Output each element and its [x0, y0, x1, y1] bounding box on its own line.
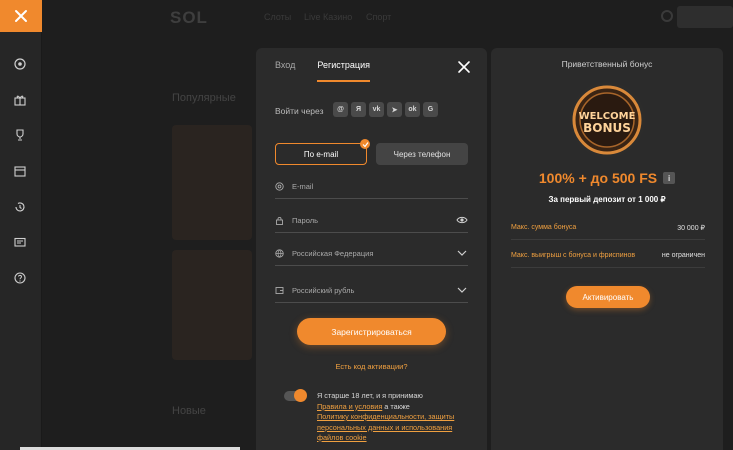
country-value: Российская Федерация: [292, 249, 374, 258]
bonus-detail-key: Макс. выигрыш с бонуса и фриспинов: [511, 252, 636, 259]
currency-select[interactable]: Российский рубль: [275, 283, 468, 303]
chat-icon[interactable]: [12, 235, 28, 251]
eye-icon[interactable]: [456, 215, 468, 225]
chevron-down-icon: [457, 250, 467, 256]
bonus-detail-key: Макс. сумма бонуса: [511, 224, 577, 231]
bonus-detail-value: не ограничен: [661, 252, 705, 259]
bonus-detail-value: 30 000 ₽: [677, 225, 705, 232]
bonus-detail-row: Макс. сумма бонуса 30 000 ₽: [511, 220, 705, 240]
popular-section-title: Популярные: [172, 92, 236, 104]
bonus-subtitle: За первый депозит от 1 000 ₽: [548, 195, 666, 204]
calendar-icon[interactable]: [12, 163, 28, 179]
header-button: [677, 6, 733, 28]
at-icon: [275, 182, 284, 191]
social-login-buttons: @ Я vk ➤ ok G: [333, 102, 438, 117]
search-icon: [661, 10, 673, 22]
bonus-amount-row: 100% + до 500 FS i: [491, 170, 723, 186]
toggle-knob: [294, 389, 307, 402]
history-icon[interactable]: [12, 199, 28, 215]
help-icon[interactable]: [12, 270, 28, 286]
email-placeholder: E-mail: [292, 182, 314, 191]
social-login-label: Войти через: [275, 106, 324, 116]
info-icon[interactable]: i: [663, 172, 676, 184]
check-icon: [360, 139, 370, 149]
method-phone-label: Через телефон: [393, 149, 451, 159]
password-placeholder: Пароль: [292, 216, 319, 225]
activate-bonus-button[interactable]: Активировать: [566, 286, 650, 308]
gift-icon[interactable]: [12, 92, 28, 108]
odnoklassniki-icon[interactable]: ok: [405, 102, 420, 117]
site-logo: SOL: [170, 8, 208, 27]
tab-login[interactable]: Вход: [275, 60, 295, 82]
currency-value: Российский рубль: [292, 286, 355, 295]
terms-link[interactable]: Правила и условия: [317, 402, 382, 411]
auth-tabs: Вход Регистрация: [275, 60, 370, 82]
register-by-phone-button[interactable]: Через телефон: [376, 143, 468, 165]
age-terms-toggle[interactable]: [284, 389, 307, 402]
auth-modal: Вход Регистрация Войти через @ Я vk ➤ ok…: [256, 48, 487, 450]
welcome-bonus-panel: Приветственный бонус WELCOME BONUS 100% …: [491, 48, 723, 450]
trophy-icon[interactable]: [12, 127, 28, 143]
privacy-policy-link[interactable]: Политику конфиденциальности, защиты перс…: [317, 412, 454, 442]
new-section-title: Новые: [172, 405, 206, 417]
close-icon: [458, 61, 470, 73]
chevron-down-icon: [457, 287, 467, 293]
nav-live-casino: Live Казино: [304, 12, 353, 22]
register-by-email-button[interactable]: По e-mail: [275, 139, 370, 165]
google-icon[interactable]: G: [423, 102, 438, 117]
game-card: [172, 125, 252, 240]
activation-code-link[interactable]: Есть код активации?: [256, 362, 487, 371]
welcome-bonus-badge: WELCOME BONUS: [567, 80, 647, 160]
register-button[interactable]: Зарегистрироваться: [297, 318, 446, 345]
terms-text-1: Я старше 18 лет, и я принимаю: [317, 391, 423, 400]
email-field[interactable]: E-mail: [275, 179, 468, 199]
yandex-icon[interactable]: Я: [351, 102, 366, 117]
bonus-title: Приветственный бонус: [561, 59, 653, 69]
close-icon: [15, 10, 27, 22]
badge-line-2: BONUS: [583, 121, 631, 135]
terms-text: Я старше 18 лет, и я принимаю Правила и …: [317, 391, 467, 444]
wallet-icon: [275, 287, 284, 294]
nav-slots: Слоты: [264, 12, 292, 22]
game-card: [172, 250, 252, 360]
country-select[interactable]: Российская Федерация: [275, 246, 468, 266]
terms-text-2: а также: [382, 401, 410, 411]
method-email-label: По e-mail: [303, 149, 339, 159]
close-modal-button[interactable]: [457, 60, 471, 74]
bonus-amount: 100% + до 500 FS: [538, 170, 658, 186]
sidebar: [0, 0, 42, 450]
soccer-ball-icon[interactable]: [12, 56, 28, 72]
globe-icon: [275, 249, 284, 258]
vk-icon[interactable]: vk: [369, 102, 384, 117]
password-field[interactable]: Пароль: [275, 213, 468, 233]
bonus-detail-row: Макс. выигрыш с бонуса и фриспинов не ог…: [511, 248, 705, 268]
telegram-icon[interactable]: ➤: [387, 102, 402, 117]
nav-sport: Спорт: [366, 12, 392, 22]
close-menu-button[interactable]: [0, 0, 42, 32]
mail-ru-icon[interactable]: @: [333, 102, 348, 117]
tab-register[interactable]: Регистрация: [317, 60, 370, 82]
lock-icon: [276, 216, 283, 225]
